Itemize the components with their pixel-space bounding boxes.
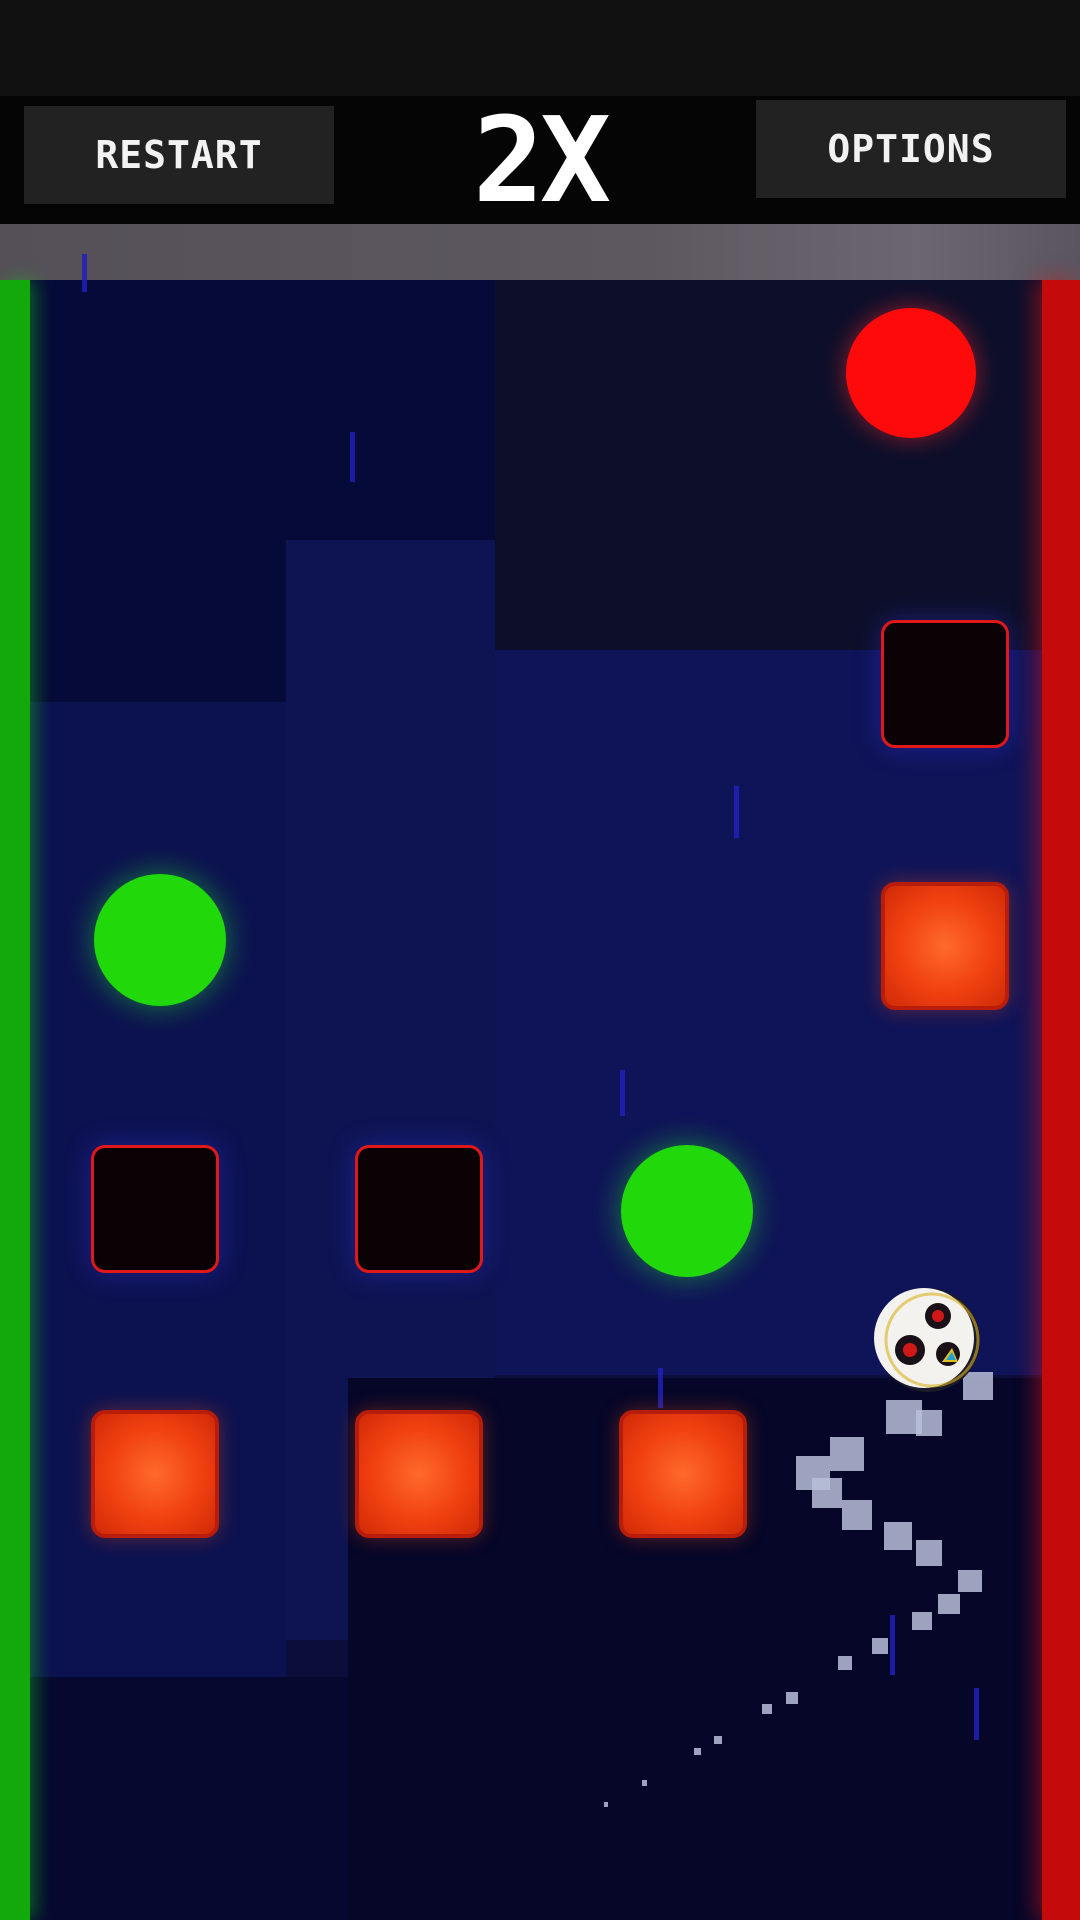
score-multiplier: 2X	[472, 91, 611, 229]
trail-particle	[916, 1540, 942, 1566]
trail-particle	[762, 1704, 772, 1714]
trail-particle	[872, 1638, 888, 1654]
trail-particle	[830, 1437, 864, 1471]
ceiling-bar	[0, 224, 1080, 283]
rain-streak	[620, 1070, 625, 1116]
restart-button[interactable]: RESTART	[24, 106, 334, 204]
solid-block	[355, 1410, 483, 1538]
trail-particle	[694, 1748, 701, 1755]
trail-particle	[938, 1594, 960, 1614]
green-orb	[621, 1145, 753, 1277]
red-wall	[1042, 280, 1080, 1920]
trail-particle	[912, 1612, 932, 1630]
trail-particle	[714, 1736, 722, 1744]
solid-block	[91, 1410, 219, 1538]
trail-particle	[958, 1570, 982, 1592]
hollow-block	[91, 1145, 219, 1273]
green-wall	[0, 280, 30, 1920]
background-panel	[0, 1677, 348, 1920]
rain-streak	[350, 432, 355, 482]
game-screen: RESTART 2X OPTIONS	[0, 0, 1080, 1920]
solid-block	[619, 1410, 747, 1538]
trail-particle	[916, 1410, 942, 1436]
status-bar	[0, 0, 1080, 96]
rain-streak	[974, 1688, 979, 1740]
red-orb	[846, 308, 976, 438]
trail-particle	[786, 1692, 798, 1704]
background-panel	[495, 650, 1080, 1375]
trail-particle	[884, 1522, 912, 1550]
options-button[interactable]: OPTIONS	[756, 100, 1066, 198]
hollow-block	[355, 1145, 483, 1273]
background-panel	[495, 280, 1080, 650]
trail-particle	[812, 1478, 842, 1508]
hollow-block	[881, 620, 1009, 748]
skull-ball-icon	[866, 1282, 990, 1402]
rain-streak	[82, 254, 87, 292]
rain-streak	[890, 1615, 895, 1675]
solid-block	[881, 882, 1009, 1010]
green-orb	[94, 874, 226, 1006]
rain-streak	[734, 786, 739, 838]
trail-particle	[838, 1656, 852, 1670]
play-field[interactable]	[0, 280, 1080, 1920]
trail-particle	[642, 1780, 647, 1786]
trail-particle	[604, 1802, 608, 1807]
trail-particle	[842, 1500, 872, 1530]
rain-streak	[658, 1368, 663, 1408]
